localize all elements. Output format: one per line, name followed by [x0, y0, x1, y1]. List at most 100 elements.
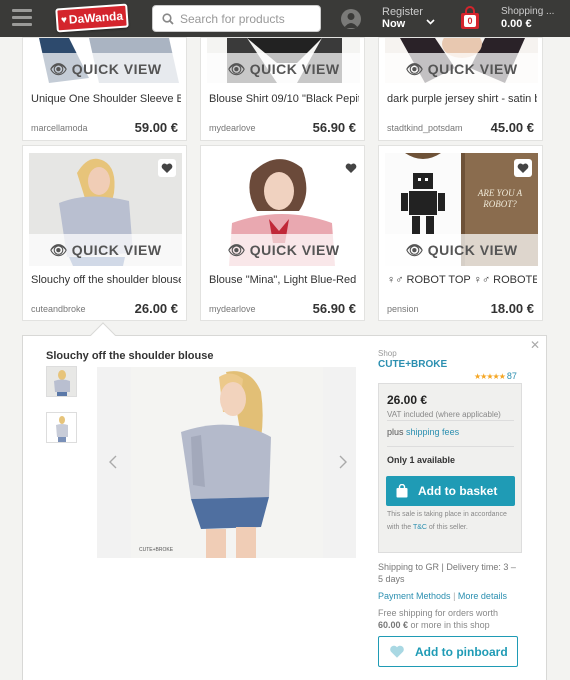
- product-price: 59.00 €: [134, 120, 178, 135]
- user-avatar-icon[interactable]: [341, 9, 361, 29]
- shop-name[interactable]: cuteandbroke: [31, 304, 86, 314]
- favorite-heart-icon[interactable]: [158, 159, 176, 177]
- register-menu[interactable]: Register Now: [382, 6, 435, 30]
- divider: [387, 420, 514, 421]
- product-card[interactable]: 👁 QUICK VIEW dark purple jersey shirt - s…: [378, 37, 543, 141]
- shipping-fees-link[interactable]: shipping fees: [406, 427, 459, 437]
- quick-view-label: QUICK VIEW: [249, 61, 340, 77]
- favorite-heart-icon[interactable]: [514, 159, 532, 177]
- star-rating-icons: ★★★★★: [474, 372, 506, 381]
- payment-methods-link[interactable]: Payment Methods: [378, 591, 451, 601]
- eye-icon: 👁: [49, 241, 68, 258]
- shopping-label: Shopping ...: [501, 6, 555, 17]
- product-card[interactable]: 👁 QUICK VIEW Blouse Shirt 09/10 "Black Pe…: [200, 37, 365, 141]
- dawanda-logo[interactable]: ♥ DaWanda: [55, 3, 129, 33]
- quick-view-overlay[interactable]: 👁 QUICK VIEW: [29, 53, 182, 83]
- quick-view-label: QUICK VIEW: [249, 242, 340, 258]
- robot-text-line1: ARE YOU A: [477, 188, 523, 198]
- divider: [387, 446, 514, 447]
- rating-count: 87: [506, 371, 517, 381]
- cart-count-badge: 0: [464, 15, 476, 27]
- more-details-link[interactable]: More details: [458, 591, 507, 601]
- free-shipping-note: Free shipping for orders worth 60.00 € o…: [378, 607, 518, 631]
- product-price: 18.00 €: [490, 301, 534, 316]
- product-image[interactable]: 👁 QUICK VIEW: [385, 38, 538, 83]
- quick-view-overlay[interactable]: 👁 QUICK VIEW: [207, 53, 360, 83]
- quick-view-overlay[interactable]: 👁 QUICK VIEW: [29, 234, 182, 266]
- shopping-cart-summary[interactable]: Shopping ... 0.00 €: [501, 6, 554, 30]
- thumbnail-1[interactable]: [46, 366, 77, 397]
- eye-icon: 👁: [405, 241, 424, 258]
- product-title[interactable]: dark purple jersey shirt - satin bow: [387, 93, 537, 105]
- quick-view-overlay[interactable]: 👁 QUICK VIEW: [385, 53, 538, 83]
- shop-name[interactable]: mydearlove: [209, 123, 256, 133]
- detail-price: 26.00 €: [387, 393, 428, 407]
- tc-link[interactable]: T&C: [413, 524, 427, 531]
- product-image[interactable]: 👁 QUICK VIEW: [29, 153, 182, 266]
- hamburger-menu-icon[interactable]: [12, 9, 32, 27]
- vat-note: VAT included (where applicable): [387, 410, 501, 419]
- heart-icon: [390, 645, 404, 658]
- plus-label: plus: [387, 427, 404, 437]
- shipping-fees-line: plus shipping fees: [387, 427, 459, 437]
- product-title[interactable]: Blouse Shirt 09/10 "Black Pepita": [209, 93, 359, 105]
- product-image[interactable]: 👁 QUICK VIEW: [29, 38, 182, 83]
- product-image[interactable]: 👁 QUICK VIEW: [207, 153, 360, 266]
- chevron-right-icon[interactable]: [335, 455, 349, 469]
- chevron-left-icon[interactable]: [107, 455, 121, 469]
- search-icon: [162, 12, 174, 25]
- add-to-pinboard-label: Add to pinboard: [415, 644, 508, 659]
- product-title[interactable]: Unique One Shoulder Sleeve Blou: [31, 93, 181, 105]
- product-title[interactable]: ♀♂ ROBOT TOP ♀♂ ROBOTER: [387, 274, 537, 286]
- availability-text: Only 1 available: [387, 455, 456, 465]
- product-card[interactable]: ARE YOU A ROBOT? 👁 QUICK VIEW ♀♂ ROBOT TO…: [378, 145, 543, 321]
- link-separator: |: [453, 591, 456, 601]
- thumbnail-2[interactable]: [46, 412, 77, 443]
- shopping-bag-icon: [396, 484, 408, 498]
- quick-view-label: QUICK VIEW: [427, 242, 518, 258]
- product-image[interactable]: 👁 QUICK VIEW: [207, 38, 360, 83]
- product-card[interactable]: 👁 QUICK VIEW Blouse "Mina", Light Blue-Re…: [200, 145, 365, 321]
- main-product-image[interactable]: CUTE+BROKE: [131, 367, 323, 558]
- add-to-basket-button[interactable]: Add to basket: [386, 476, 515, 506]
- product-card[interactable]: 👁 QUICK VIEW Slouchy off the shoulder blo…: [22, 145, 187, 321]
- register-label: Register: [382, 6, 423, 18]
- shop-name[interactable]: marcellamoda: [31, 123, 88, 133]
- detail-shop-name[interactable]: CUTE+BROKE: [378, 359, 447, 370]
- product-title[interactable]: Slouchy off the shoulder blouse: [31, 274, 181, 286]
- add-to-basket-label: Add to basket: [418, 484, 498, 498]
- shopping-bag-icon[interactable]: 0: [460, 6, 480, 30]
- add-to-pinboard-button[interactable]: Add to pinboard: [378, 636, 518, 667]
- quick-view-overlay[interactable]: 👁 QUICK VIEW: [385, 234, 538, 266]
- product-image[interactable]: ARE YOU A ROBOT? 👁 QUICK VIEW: [385, 153, 538, 266]
- legal-note: This sale is taking place in accordance …: [387, 508, 515, 534]
- shop-name[interactable]: pension: [387, 304, 419, 314]
- product-price: 56.90 €: [312, 120, 356, 135]
- shipping-info: Shipping to GR | Delivery time: 3 – 5 da…: [378, 562, 516, 584]
- shop-rating[interactable]: ★★★★★ 87: [474, 371, 517, 381]
- product-title[interactable]: Blouse "Mina", Light Blue-Red Pepita: [209, 274, 359, 286]
- shop-label: Shop: [378, 349, 397, 358]
- legal-end: of this seller.: [428, 524, 468, 531]
- eye-icon: 👁: [405, 60, 424, 77]
- favorite-heart-icon[interactable]: [342, 159, 360, 177]
- free-ship-pre: Free shipping for orders worth: [378, 608, 499, 618]
- quick-view-label: QUICK VIEW: [71, 61, 162, 77]
- free-ship-post: or more in this shop: [410, 620, 490, 630]
- free-ship-amount: 60.00 €: [378, 620, 409, 630]
- payment-links: Payment Methods | More details: [378, 591, 507, 601]
- product-price: 26.00 €: [134, 301, 178, 316]
- product-price: 45.00 €: [490, 120, 534, 135]
- logo-text: DaWanda: [68, 8, 124, 27]
- close-icon[interactable]: ✕: [530, 338, 540, 352]
- eye-icon: 👁: [227, 241, 246, 258]
- search-box[interactable]: [152, 5, 321, 32]
- eye-icon: 👁: [227, 60, 246, 77]
- search-input[interactable]: [180, 11, 310, 26]
- product-card[interactable]: 👁 QUICK VIEW Unique One Shoulder Sleeve B…: [22, 37, 187, 141]
- image-watermark: CUTE+BROKE: [139, 547, 174, 553]
- quick-view-overlay[interactable]: 👁 QUICK VIEW: [207, 234, 360, 266]
- shop-name[interactable]: stadtkind_potsdam: [387, 123, 463, 133]
- eye-icon: 👁: [49, 60, 68, 77]
- shop-name[interactable]: mydearlove: [209, 304, 256, 314]
